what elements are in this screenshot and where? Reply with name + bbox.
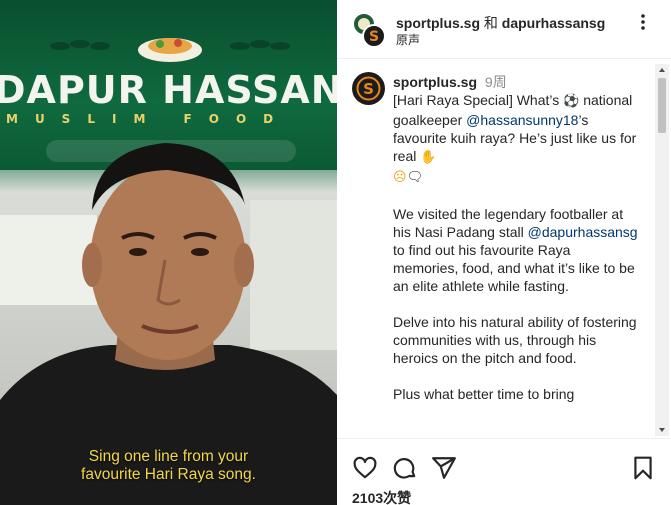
collab-avatars[interactable]: S bbox=[352, 12, 386, 48]
mention-dapurhassansg[interactable]: @dapurhassansg bbox=[528, 224, 638, 240]
caption-area: S sportplus.sg 9周 [Hari Raya Special] Wh… bbox=[337, 60, 671, 438]
scroll-down-icon[interactable] bbox=[658, 426, 666, 434]
video-caption: Sing one line from your favourite Hari R… bbox=[0, 448, 337, 484]
video-player[interactable]: DAPUR HASSAN MUSLIM FOOD Sing one line f… bbox=[0, 0, 337, 505]
mention-hassansunny18[interactable]: @hassansunny18 bbox=[466, 112, 578, 128]
header-connector: 和 bbox=[483, 15, 498, 31]
caption-paragraph-2: We visited the legendary footballer at h… bbox=[393, 205, 639, 295]
scroll-up-icon[interactable] bbox=[658, 66, 666, 74]
svg-text:S: S bbox=[369, 29, 379, 45]
caption-line-2: favourite Hari Raya song. bbox=[81, 466, 256, 483]
header-user1[interactable]: sportplus.sg bbox=[396, 15, 480, 31]
comment-icon[interactable] bbox=[392, 455, 418, 481]
post-header: S sportplus.sg 和 dapurhassansg 原声 bbox=[337, 0, 671, 59]
person-image bbox=[0, 143, 337, 505]
avatar[interactable]: S bbox=[352, 72, 385, 105]
post-panel: S sportplus.sg 和 dapurhassansg 原声 S spor… bbox=[337, 0, 671, 505]
bookmark-icon[interactable] bbox=[630, 455, 656, 481]
header-user2[interactable]: dapurhassansg bbox=[502, 15, 605, 31]
caption-paragraph-4: Plus what better time to bring bbox=[393, 386, 575, 402]
scrollbar[interactable] bbox=[655, 64, 669, 436]
caption-paragraph-1: [Hari Raya Special] What’s ⚽ national go… bbox=[393, 91, 639, 187]
more-icon[interactable] bbox=[633, 12, 653, 32]
surprised-face-icon: ☹ bbox=[393, 170, 407, 185]
action-bar: 2103次赞 bbox=[337, 438, 671, 505]
raised-hand-icon: ✋ bbox=[420, 150, 437, 165]
like-count[interactable]: 2103次赞 bbox=[352, 488, 411, 505]
caption-text: [Hari Raya Special] What’s bbox=[393, 92, 564, 108]
speech-bubble-icon: 🗨 bbox=[406, 170, 424, 185]
avatar-sportplus: S bbox=[362, 24, 386, 48]
soccer-ball-icon: ⚽ bbox=[563, 94, 580, 109]
caption-text: to find out his favourite Raya memories,… bbox=[393, 242, 635, 294]
post-time[interactable]: 9周 bbox=[485, 74, 507, 90]
scroll-thumb[interactable] bbox=[658, 78, 666, 133]
post-username[interactable]: sportplus.sg bbox=[393, 74, 477, 90]
caption-paragraph-3: Delve into his natural ability of foster… bbox=[393, 314, 637, 366]
heart-icon[interactable] bbox=[352, 455, 378, 481]
post-caption: sportplus.sg 9周 [Hari Raya Special] What… bbox=[393, 73, 639, 421]
original-audio-link[interactable]: 原声 bbox=[396, 31, 420, 48]
header-usernames: sportplus.sg 和 dapurhassansg bbox=[396, 13, 605, 33]
share-icon[interactable] bbox=[431, 455, 457, 481]
caption-line-1: Sing one line from your bbox=[88, 448, 249, 465]
svg-text:S: S bbox=[363, 80, 374, 98]
